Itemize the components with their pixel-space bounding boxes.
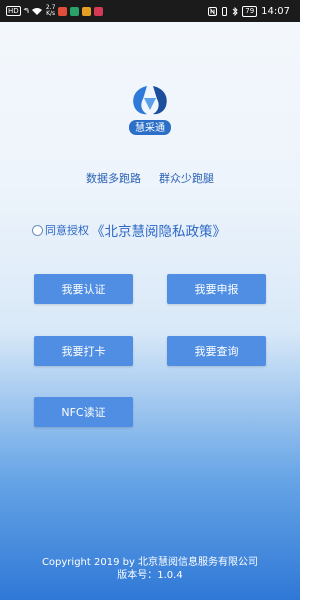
app-screen: HD ⁴⁶ᵢₗₗ 2.7 K/s 79 14:07 慧采通 数据多跑路 群众少跑… bbox=[0, 0, 300, 600]
battery-icon: 79 bbox=[242, 5, 258, 17]
app-logo: 慧采通 bbox=[125, 84, 175, 144]
notification-app-icon bbox=[58, 6, 68, 16]
hd-badge: HD bbox=[6, 6, 21, 16]
footer: Copyright 2019 by 北京慧阅信息服务有限公司 版本号：1.0.4 bbox=[0, 556, 300, 582]
status-bar: HD ⁴⁶ᵢₗₗ 2.7 K/s 79 14:07 bbox=[0, 0, 300, 22]
copyright-text: Copyright 2019 by 北京慧阅信息服务有限公司 bbox=[41, 557, 259, 568]
authenticate-button[interactable]: 我要认证 bbox=[34, 274, 133, 304]
network-speed-unit: K/s bbox=[46, 10, 56, 17]
slogan-right: 群众少跑腿 bbox=[159, 172, 214, 185]
signal-strength: ⁴⁶ᵢₗₗ bbox=[23, 7, 29, 15]
privacy-policy-link[interactable]: 《北京慧阅隐私政策》 bbox=[91, 220, 226, 240]
wifi-icon bbox=[31, 7, 42, 15]
consent-row: 同意授权 《北京慧阅隐私政策》 bbox=[32, 220, 226, 240]
slogan: 数据多跑路 群众少跑腿 bbox=[0, 170, 300, 186]
version-text: 版本号：1.0.4 bbox=[117, 570, 183, 581]
consent-label: 同意授权 bbox=[45, 224, 89, 237]
notification-app-icon bbox=[94, 6, 104, 16]
consent-radio[interactable] bbox=[32, 224, 43, 236]
bluetooth-icon bbox=[232, 6, 238, 16]
query-button[interactable]: 我要查询 bbox=[167, 336, 266, 366]
clock: 14:07 bbox=[261, 5, 290, 17]
nfc-status-icon bbox=[208, 6, 218, 16]
network-speed: 2.7 K/s bbox=[46, 5, 56, 17]
notification-app-icon bbox=[82, 6, 92, 16]
declare-button[interactable]: 我要申报 bbox=[167, 274, 266, 304]
nfc-read-button[interactable]: NFC读证 bbox=[34, 397, 133, 427]
punch-in-button[interactable]: 我要打卡 bbox=[34, 336, 133, 366]
notification-app-icon bbox=[70, 6, 80, 16]
slogan-left: 数据多跑路 bbox=[86, 172, 141, 185]
logo-text: 慧采通 bbox=[135, 121, 165, 134]
vibrate-icon bbox=[222, 6, 228, 16]
